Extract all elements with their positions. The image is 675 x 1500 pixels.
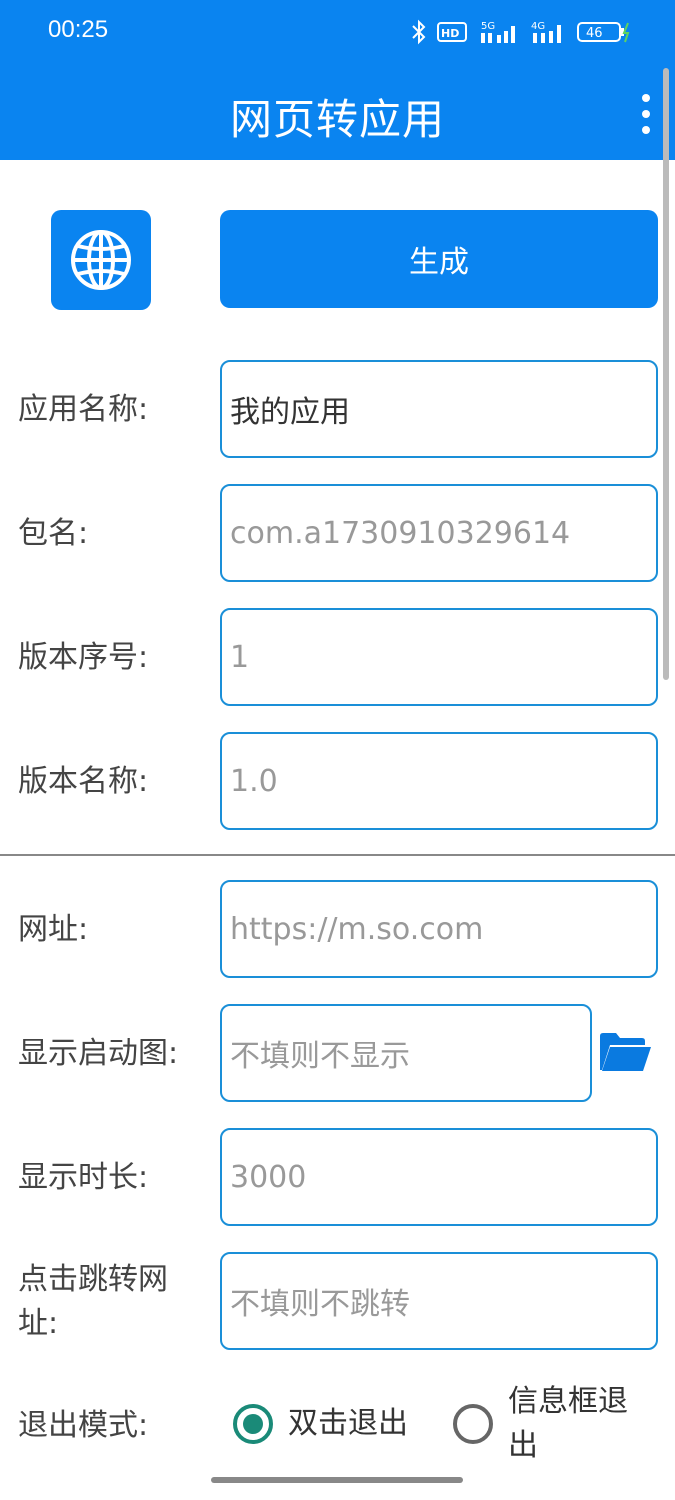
generate-button[interactable]: 生成 <box>220 210 658 308</box>
hd-icon: HD <box>437 22 467 42</box>
splash-input[interactable]: 不填则不显示 <box>220 1004 592 1102</box>
package-label: 包名: <box>18 516 89 551</box>
radio-double-tap-exit[interactable] <box>233 1404 273 1444</box>
svg-text:46: 46 <box>586 26 603 41</box>
package-input[interactable]: com.a1730910329614 <box>220 484 658 582</box>
url-input[interactable]: https://m.so.com <box>220 880 658 978</box>
radio-dialog-exit[interactable] <box>453 1404 493 1444</box>
jump-url-label-line1: 点击跳转网 <box>18 1262 168 1297</box>
signal-4g-icon: 4G <box>531 21 561 43</box>
exit-mode-label: 退出模式: <box>18 1408 149 1443</box>
globe-icon <box>71 230 131 290</box>
jump-url-label-line2: 址: <box>18 1306 59 1341</box>
svg-text:4G: 4G <box>531 21 545 32</box>
version-name-input[interactable]: 1.0 <box>220 732 658 830</box>
more-vert-icon[interactable] <box>639 94 653 134</box>
radio-dialog-exit-label-line2[interactable]: 出 <box>508 1424 538 1468</box>
app-name-input[interactable]: 我的应用 <box>220 360 658 458</box>
radio-dialog-exit-label-line1[interactable]: 信息框退 <box>508 1380 628 1424</box>
status-icons: HD 5G 4G 46 <box>411 16 631 48</box>
version-name-label: 版本名称: <box>18 764 149 799</box>
splash-label: 显示启动图: <box>18 1036 179 1071</box>
status-time: 00:25 <box>48 16 109 43</box>
folder-open-icon[interactable] <box>598 1030 652 1074</box>
url-label: 网址: <box>18 912 89 947</box>
menu-dot <box>642 110 650 118</box>
status-bar: 00:25 HD 5G 4G 46 <box>0 0 675 64</box>
jump-url-input[interactable]: 不填则不跳转 <box>220 1252 658 1350</box>
radio-double-tap-exit-label[interactable]: 双击退出 <box>288 1402 408 1446</box>
scrollbar[interactable] <box>663 68 669 680</box>
page-title: 网页转应用 <box>229 95 445 144</box>
svg-text:HD: HD <box>441 27 459 40</box>
duration-label: 显示时长: <box>18 1160 149 1195</box>
menu-dot <box>642 126 650 134</box>
svg-text:5G: 5G <box>481 21 495 32</box>
app-bar: 网页转应用 <box>0 64 675 160</box>
section-divider <box>0 854 675 856</box>
menu-dot <box>642 94 650 102</box>
bluetooth-icon <box>412 19 426 45</box>
duration-input[interactable]: 3000 <box>220 1128 658 1226</box>
version-code-input[interactable]: 1 <box>220 608 658 706</box>
app-name-label: 应用名称: <box>18 392 149 427</box>
signal-5g-icon: 5G <box>481 21 515 43</box>
battery-icon: 46 <box>577 22 630 43</box>
home-indicator[interactable] <box>211 1477 463 1483</box>
globe-button[interactable] <box>51 210 151 310</box>
version-code-label: 版本序号: <box>18 640 149 675</box>
